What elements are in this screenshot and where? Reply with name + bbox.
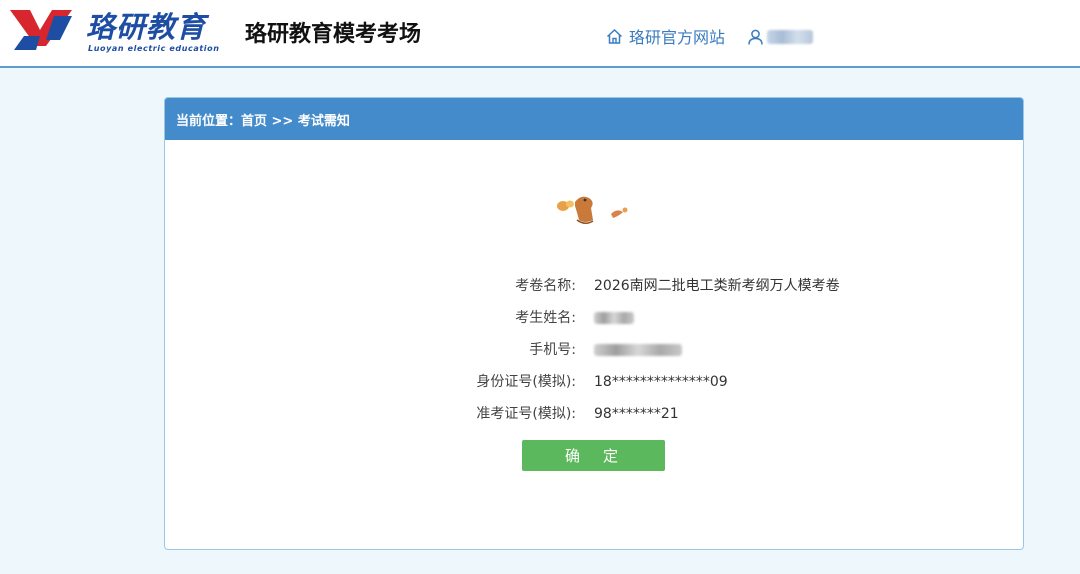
examinee-value-redacted: [594, 306, 634, 332]
logo-mark-icon: [10, 10, 72, 50]
phone-row: 手机号:: [165, 338, 1023, 362]
official-site-label: 珞研官方网站: [629, 28, 726, 47]
paper-name-value: 2026南网二批电工类新考纲万人模考卷: [594, 278, 840, 294]
phone-label: 手机号:: [529, 342, 576, 358]
logo[interactable]: 珞研教育 Luoyan electric education: [10, 6, 219, 56]
phone-value-redacted: [594, 338, 682, 364]
examinee-label: 考生姓名:: [515, 310, 576, 326]
id-row: 身份证号(模拟): 18**************09: [165, 370, 1023, 394]
logo-subtext: Luoyan electric education: [88, 44, 220, 53]
username-redacted: [767, 30, 813, 44]
home-icon: [606, 28, 623, 44]
paper-name-row: 考卷名称: 2026南网二批电工类新考纲万人模考卷: [165, 274, 1023, 298]
dragon-mascot-icon: [557, 196, 628, 224]
official-site-link[interactable]: 珞研官方网站: [606, 24, 725, 48]
exam-notice-panel: 当前位置：首页 >> 考试需知 考卷名称: 2026南网二批电工类新考纲万人模考…: [164, 97, 1024, 550]
user-icon: [748, 29, 763, 45]
site-title: 珞研教育模考考场: [245, 22, 422, 47]
ticket-value: 98*******21: [594, 406, 679, 422]
breadcrumb: 当前位置：首页 >> 考试需知: [165, 98, 1023, 140]
id-value: 18**************09: [594, 374, 728, 390]
logo-text: 珞研教育: [86, 10, 207, 44]
ticket-label: 准考证号(模拟):: [476, 406, 576, 422]
ticket-row: 准考证号(模拟): 98*******21: [165, 402, 1023, 426]
examinee-row: 考生姓名:: [165, 306, 1023, 330]
user-menu[interactable]: [748, 26, 813, 48]
confirm-button[interactable]: 确 定: [522, 440, 665, 471]
top-header: 珞研教育 Luoyan electric education 珞研教育模考考场 …: [0, 0, 1080, 68]
id-label: 身份证号(模拟):: [476, 374, 576, 390]
paper-name-label: 考卷名称:: [515, 278, 576, 294]
